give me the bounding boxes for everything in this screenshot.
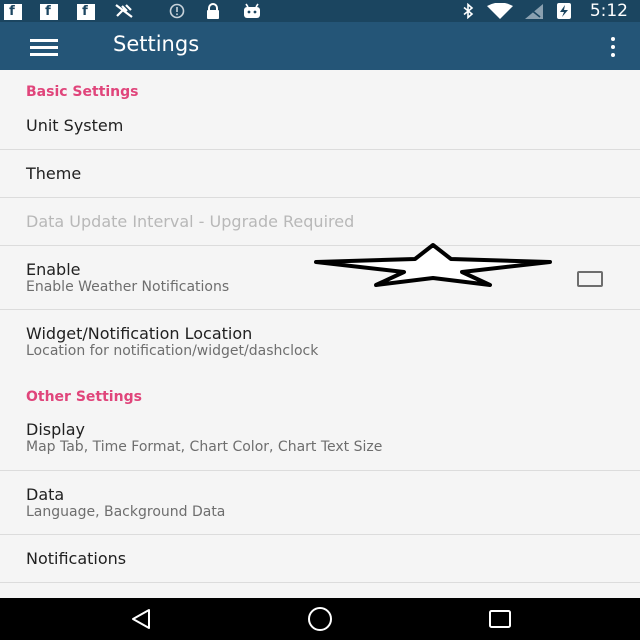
pref-title: Data Update Interval - Upgrade Required [26,212,355,231]
divider [0,582,640,583]
info-circle-icon [168,3,186,19]
pref-title: Unit System [26,116,124,135]
signal-icon [524,3,544,19]
pref-title: Enable [26,260,81,279]
pref-theme[interactable]: Theme [0,150,640,198]
pref-title: Notifications [26,549,127,568]
pref-summary: Location for notification/widget/dashclo… [26,343,319,359]
facebook-icon: f [4,4,22,20]
bluetooth-icon [460,3,476,19]
pref-summary: Map Tab, Time Format, Chart Color, Chart… [26,439,383,455]
pref-title: Data [26,485,65,504]
android-icon [241,3,263,19]
settings-list: Basic Settings Unit System Theme Data Up… [0,70,640,598]
pref-title: Widget/Notification Location [26,324,253,343]
lock-icon [204,3,222,19]
pref-unit-system[interactable]: Unit System [0,102,640,150]
wifi-icon [486,3,514,19]
pref-display[interactable]: Display Map Tab, Time Format, Chart Colo… [0,406,640,470]
status-time: 5:12 [589,1,628,21]
enable-checkbox[interactable] [577,271,603,287]
pref-summary: Language, Background Data [26,504,226,520]
pref-widget-location[interactable]: Widget/Notification Location Location fo… [0,310,640,374]
facebook-icon: f [77,4,95,20]
back-icon[interactable] [127,606,157,632]
home-icon[interactable] [305,606,335,632]
pref-data-update-interval: Data Update Interval - Upgrade Required [0,198,640,246]
page-title: Settings [113,32,200,56]
pref-notifications[interactable]: Notifications [0,535,640,583]
star-icon [314,243,552,287]
pref-title: Theme [26,164,82,183]
pref-title: Display [26,420,85,439]
no-tools-icon [114,3,134,19]
overflow-menu-icon[interactable] [608,36,618,58]
section-header-basic: Basic Settings [26,84,139,100]
navigation-bar [0,598,640,640]
facebook-icon: f [40,4,58,20]
app-bar: Settings [0,22,640,70]
section-header-other: Other Settings [26,389,142,405]
status-bar: f f f 5:12 [0,0,640,22]
battery-charging-icon [555,3,573,19]
recents-icon[interactable] [485,606,515,632]
pref-summary: Enable Weather Notifications [26,279,230,295]
hamburger-menu-icon[interactable] [30,39,58,56]
pref-data[interactable]: Data Language, Background Data [0,471,640,535]
